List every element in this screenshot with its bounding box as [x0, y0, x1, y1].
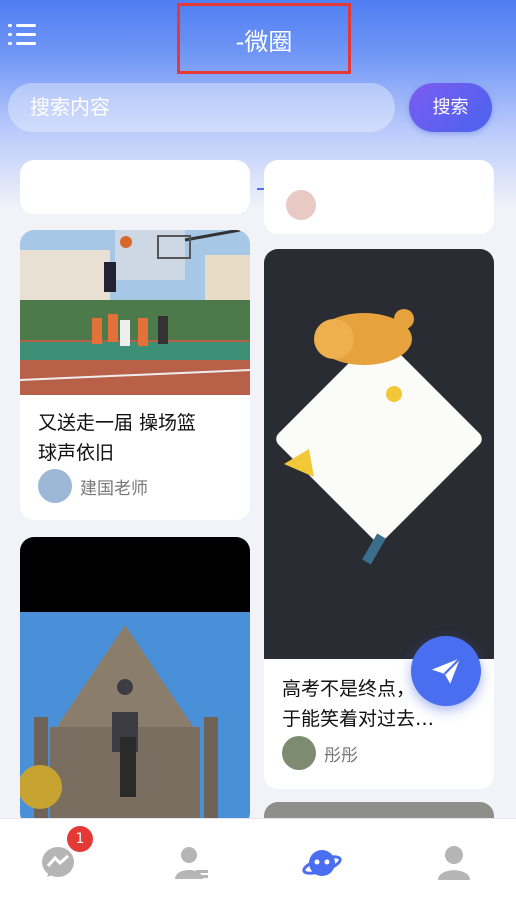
- avatar: [38, 469, 72, 503]
- create-post-button[interactable]: [411, 636, 481, 706]
- post-author: 建国老师: [38, 469, 148, 503]
- feed-card[interactable]: 高考不是终点， 于能笑着对过去… 彤彤: [264, 249, 494, 789]
- contacts-icon[interactable]: [172, 843, 212, 883]
- menu-icon[interactable]: [8, 22, 38, 48]
- post-title-line: 又送走一届 操场篮: [38, 412, 197, 434]
- post-author: 彤彤: [282, 736, 358, 770]
- avatar: [282, 736, 316, 770]
- feed-card-partial[interactable]: [264, 160, 494, 234]
- send-icon: [431, 657, 461, 684]
- search-button[interactable]: 搜索: [409, 83, 492, 132]
- author-name: 彤彤: [324, 745, 358, 766]
- page-title: -微圈: [235, 28, 293, 56]
- author-name: 建国老师: [80, 478, 148, 499]
- feed-card[interactable]: 又送走一届 操场篮 球声依旧 建国老师: [20, 230, 250, 520]
- profile-icon[interactable]: [434, 843, 474, 883]
- avatar: [286, 190, 316, 220]
- planet-icon[interactable]: [302, 843, 342, 883]
- post-title-line: 于能笑着对过去…: [282, 708, 435, 730]
- feed-card[interactable]: [20, 537, 250, 827]
- unread-badge: 1: [67, 826, 93, 852]
- search-input[interactable]: 搜索内容: [8, 83, 395, 132]
- post-title-line: 球声依旧: [38, 442, 115, 464]
- feed-card-partial[interactable]: [20, 160, 250, 214]
- post-title-line: 高考不是终点，: [282, 678, 416, 700]
- post-image-coaster: [264, 249, 494, 659]
- post-image-building: [20, 537, 250, 827]
- post-image-basketball: [20, 230, 250, 395]
- title-highlight-box: -微圈: [177, 3, 351, 74]
